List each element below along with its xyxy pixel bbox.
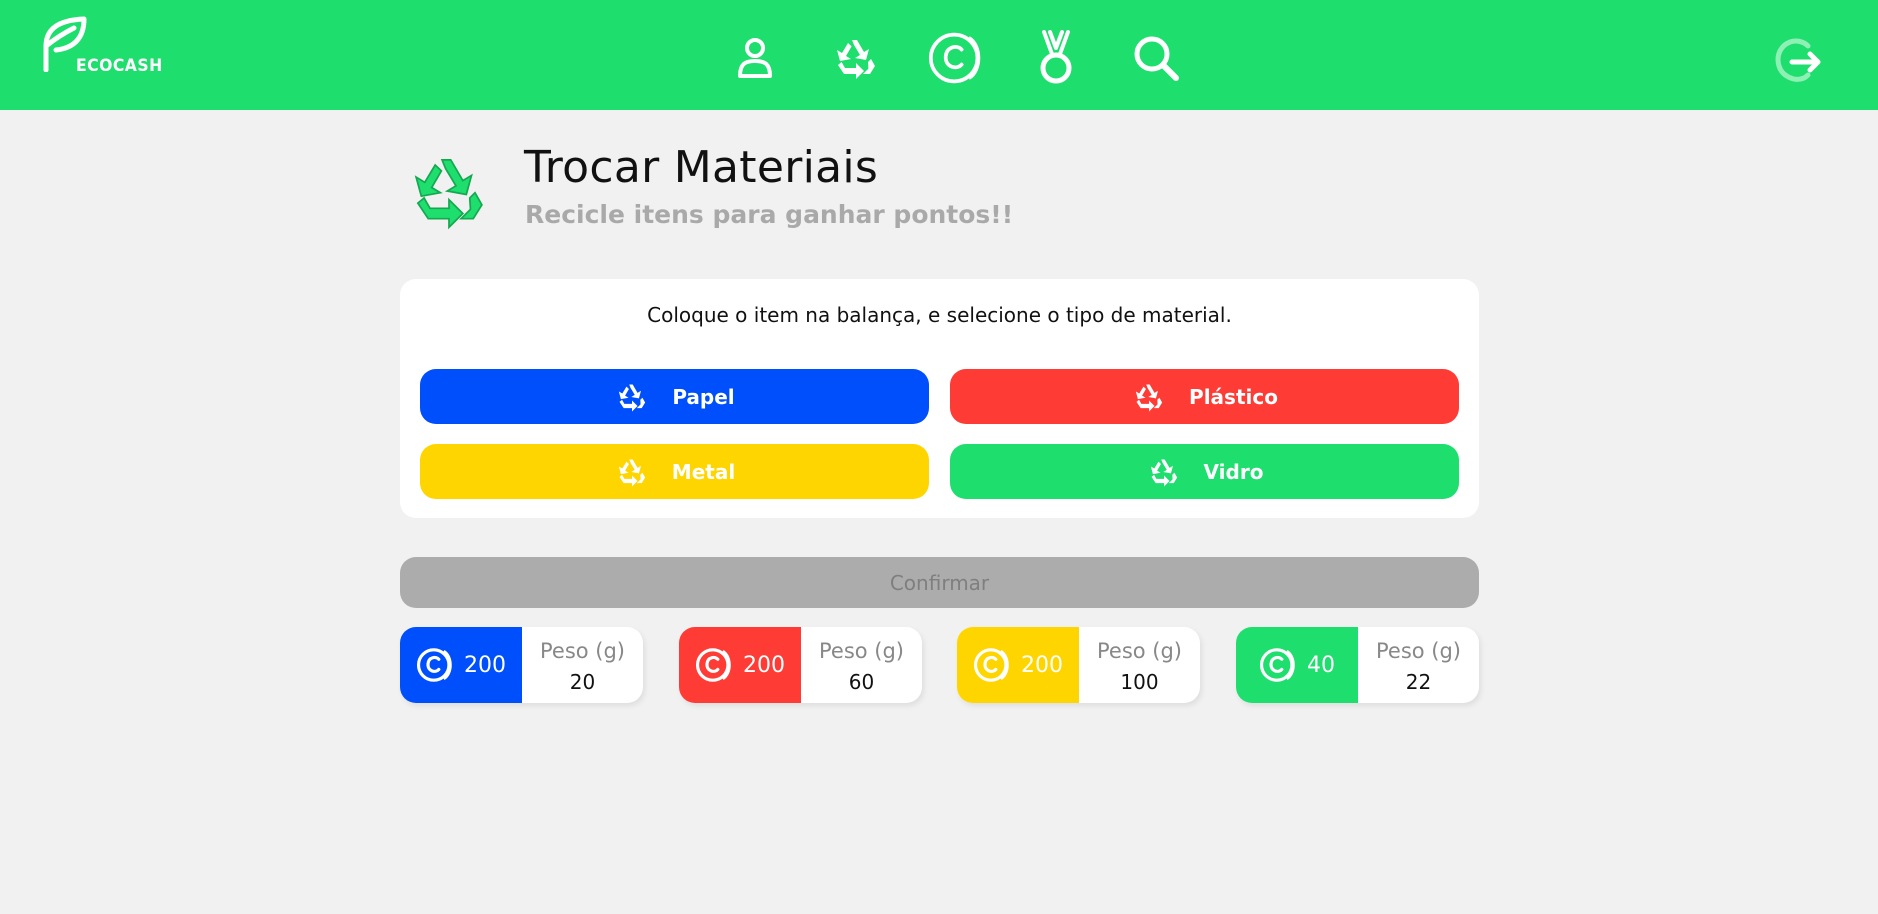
logout-icon bbox=[1775, 38, 1821, 82]
confirm-button[interactable]: Confirmar bbox=[400, 557, 1479, 608]
points-block: 200 bbox=[400, 627, 522, 703]
weight-value: 22 bbox=[1405, 670, 1432, 694]
material-button-metal[interactable]: Metal bbox=[420, 444, 929, 499]
logout-button[interactable] bbox=[1772, 36, 1828, 92]
coin-icon bbox=[928, 32, 981, 84]
coin-icon bbox=[973, 648, 1009, 682]
material-label: Vidro bbox=[1203, 459, 1264, 484]
page-title: Trocar Materiais bbox=[524, 142, 879, 193]
points-block: 40 bbox=[1236, 627, 1358, 703]
recycle-icon bbox=[1135, 384, 1163, 412]
recycle-icon bbox=[837, 40, 875, 79]
instruction-text: Coloque o item na balança, e selecione o… bbox=[647, 303, 1232, 327]
coin-icon bbox=[416, 648, 452, 682]
weight-label: Peso (g) bbox=[1096, 639, 1182, 663]
material-selection-card: Coloque o item na balança, e selecione o… bbox=[400, 279, 1479, 518]
nav-ranking[interactable] bbox=[1028, 30, 1084, 86]
nav-search[interactable] bbox=[1128, 30, 1184, 86]
material-button-plastico[interactable]: Plástico bbox=[950, 369, 1459, 424]
points-value: 200 bbox=[1021, 652, 1063, 678]
material-label: Papel bbox=[672, 384, 735, 409]
points-value: 200 bbox=[464, 652, 506, 678]
weight-value: 60 bbox=[848, 670, 875, 694]
summary-card-metal: 200 Peso (g) 100 bbox=[957, 627, 1200, 703]
weight-value: 100 bbox=[1120, 670, 1159, 694]
recycle-icon bbox=[1150, 459, 1177, 487]
recycle-icon bbox=[619, 384, 646, 412]
medal-icon bbox=[1040, 30, 1072, 84]
nav-coins[interactable] bbox=[928, 30, 984, 86]
recycle-icon bbox=[618, 459, 645, 487]
page-subtitle: Recicle itens para ganhar pontos!! bbox=[525, 200, 1014, 229]
points-block: 200 bbox=[957, 627, 1079, 703]
summary-card-plastico: 200 Peso (g) 60 bbox=[679, 627, 922, 703]
weight-value: 20 bbox=[569, 670, 596, 694]
nav-recycle[interactable] bbox=[828, 30, 884, 86]
brand-name: ECOCASH bbox=[76, 56, 163, 76]
recycle-header-icon bbox=[404, 146, 494, 236]
material-button-vidro[interactable]: Vidro bbox=[950, 444, 1459, 499]
weight-block: Peso (g) 22 bbox=[1358, 627, 1479, 703]
summary-card-vidro: 40 Peso (g) 22 bbox=[1236, 627, 1479, 703]
material-label: Plástico bbox=[1189, 384, 1278, 409]
points-value: 200 bbox=[743, 652, 785, 678]
coin-icon bbox=[695, 648, 731, 682]
points-value: 40 bbox=[1307, 652, 1335, 678]
top-navigation-bar: ECOCASH bbox=[0, 0, 1878, 110]
weight-block: Peso (g) 100 bbox=[1079, 627, 1200, 703]
search-icon bbox=[1134, 36, 1179, 81]
material-label: Metal bbox=[671, 459, 736, 484]
material-button-papel[interactable]: Papel bbox=[420, 369, 929, 424]
weight-label: Peso (g) bbox=[539, 639, 625, 663]
coin-icon bbox=[1259, 648, 1295, 682]
weight-block: Peso (g) 60 bbox=[801, 627, 922, 703]
weight-label: Peso (g) bbox=[1375, 639, 1461, 663]
points-block: 200 bbox=[679, 627, 801, 703]
weight-block: Peso (g) 20 bbox=[522, 627, 643, 703]
weight-label: Peso (g) bbox=[818, 639, 904, 663]
summary-card-papel: 200 Peso (g) 20 bbox=[400, 627, 643, 703]
nav-profile[interactable] bbox=[727, 30, 783, 86]
ecocash-logo[interactable]: ECOCASH bbox=[40, 16, 162, 80]
user-icon bbox=[738, 38, 772, 78]
